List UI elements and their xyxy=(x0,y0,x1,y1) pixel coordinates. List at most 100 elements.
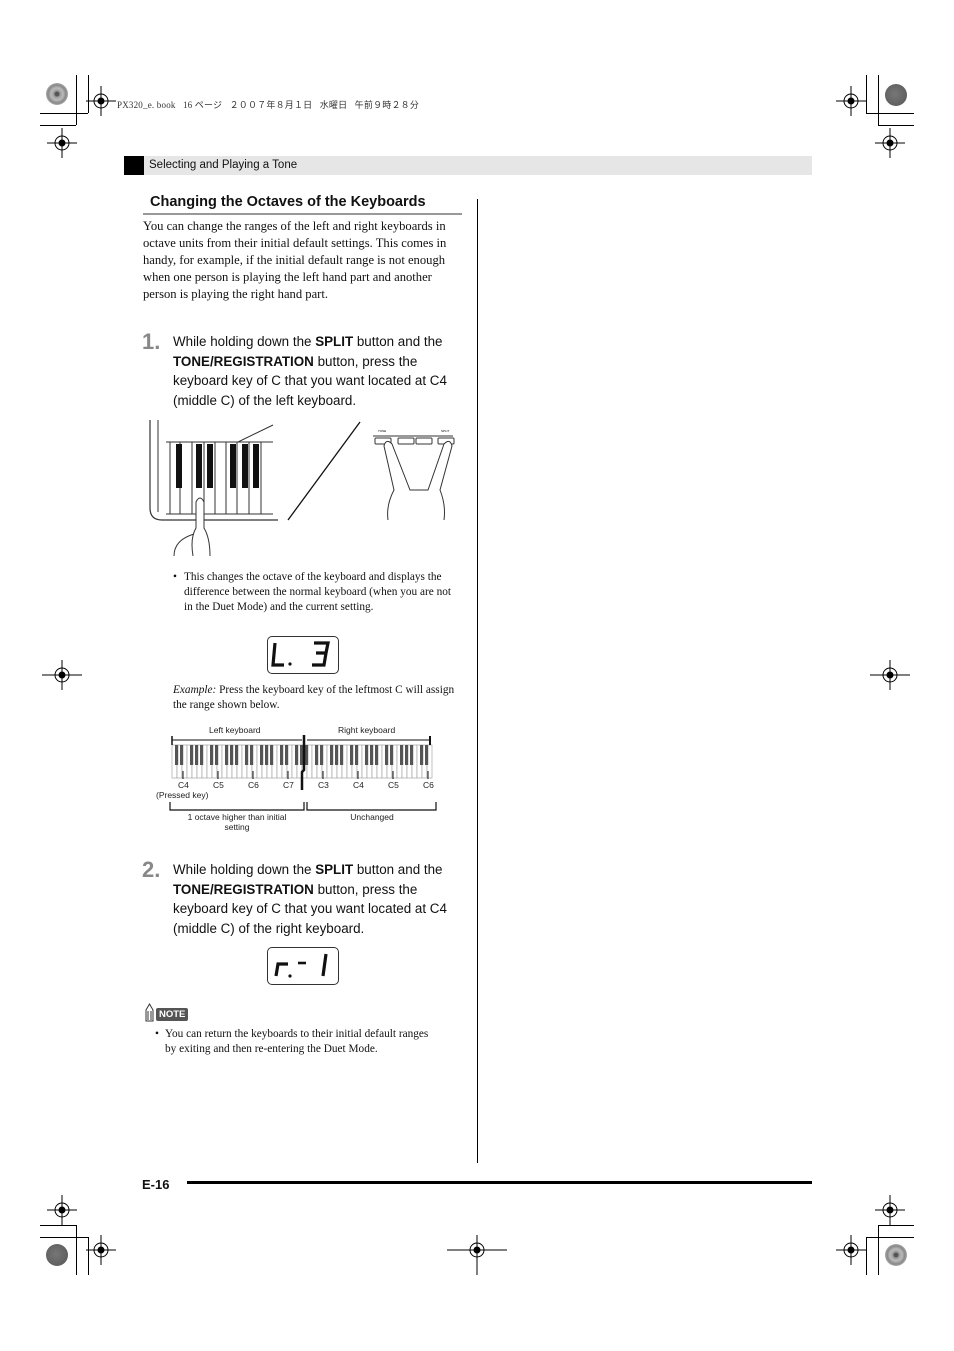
black-key xyxy=(425,745,429,765)
registration-target-icon xyxy=(836,86,866,116)
black-key xyxy=(335,745,339,765)
black-key xyxy=(400,745,404,765)
button-name-split: SPLIT xyxy=(315,334,354,349)
lcd-segments xyxy=(271,641,330,667)
black-key xyxy=(370,745,374,765)
black-key xyxy=(180,745,184,765)
step-text-part: button and the xyxy=(353,862,443,877)
black-key xyxy=(305,745,309,765)
black-key xyxy=(175,745,179,765)
left-range-caption: 1 octave higher than initial setting xyxy=(168,812,306,832)
section-title: Selecting and Playing a Tone xyxy=(149,159,298,171)
registration-target-icon xyxy=(47,1195,77,1225)
note-label: C3 xyxy=(318,780,329,790)
split-button-label: SPLIT xyxy=(441,429,450,433)
registration-disc-top-left xyxy=(46,83,68,105)
bullet-dot: • xyxy=(173,571,177,583)
note-label: C7 xyxy=(283,780,294,790)
black-key xyxy=(230,745,234,765)
heading-rule xyxy=(143,213,462,215)
registration-target-icon xyxy=(447,1235,507,1275)
crop-mark xyxy=(866,1237,867,1275)
black-key xyxy=(365,745,369,765)
registration-target-icon xyxy=(870,660,910,690)
crop-mark xyxy=(40,113,88,114)
black-key xyxy=(385,745,389,765)
black-key xyxy=(320,745,324,765)
black-key xyxy=(245,745,249,765)
intro-paragraph: You can change the ranges of the left an… xyxy=(143,219,447,301)
step-number: 2. xyxy=(142,857,161,882)
crop-mark xyxy=(878,125,914,126)
control-panel: TONE SPLIT xyxy=(373,429,455,445)
black-key xyxy=(390,745,394,765)
example-label: Example: xyxy=(173,684,217,696)
crop-mark xyxy=(878,1225,914,1226)
black-keys xyxy=(176,444,259,488)
crop-mark xyxy=(878,75,879,125)
note-label: C4 xyxy=(178,780,189,790)
column-divider xyxy=(477,199,478,1163)
step-number: 1. xyxy=(142,329,161,354)
crop-mark xyxy=(76,1225,77,1275)
note-label: C6 xyxy=(423,780,434,790)
black-key xyxy=(210,745,214,765)
registration-target-icon xyxy=(836,1235,866,1265)
black-key xyxy=(215,745,219,765)
registration-target-icon xyxy=(86,86,116,116)
black-key xyxy=(200,745,204,765)
caption-line: setting xyxy=(224,822,250,832)
registration-target-icon xyxy=(86,1235,116,1265)
black-key xyxy=(195,745,199,765)
crop-mark xyxy=(40,125,76,126)
button-name-tone-registration: TONE/REGISTRATION xyxy=(173,353,314,369)
note-bullet: • You can return the keyboards to their … xyxy=(155,1027,440,1057)
bullet-text: This changes the octave of the keyboard … xyxy=(184,571,452,613)
keyboard-press-illustration: TONE SPLIT xyxy=(149,420,455,557)
black-key xyxy=(235,745,239,765)
step-text-part: While holding down the xyxy=(173,334,316,349)
bullet-item: • This changes the octave of the keyboar… xyxy=(173,570,458,614)
crop-mark xyxy=(866,113,914,114)
black-key xyxy=(250,745,254,765)
registration-target-icon xyxy=(875,128,905,158)
left-keyboard-label: Left keyboard xyxy=(209,725,261,735)
button-name-split: SPLIT xyxy=(315,862,354,877)
black-key xyxy=(225,745,229,765)
step-text-part: button and the xyxy=(353,334,443,349)
black-key xyxy=(420,745,424,765)
button-name-tone-registration: TONE/REGISTRATION xyxy=(173,881,314,897)
page-number: E-16 xyxy=(142,1177,170,1192)
note-badge: NOTE xyxy=(156,1008,189,1021)
print-header: PX320_e. book 16 ページ ２００７年８月１日 水曜日 午前９時２… xyxy=(117,100,420,110)
section-marker xyxy=(124,156,144,175)
crop-mark xyxy=(878,1225,879,1275)
black-key xyxy=(355,745,359,765)
black-key xyxy=(265,745,269,765)
page-heading: Changing the Octaves of the Keyboards xyxy=(150,194,426,210)
lcd-display-left xyxy=(267,636,339,674)
note-text: You can return the keyboards to their in… xyxy=(165,1028,429,1055)
tone-button-label: TONE xyxy=(378,429,386,433)
note-label: C6 xyxy=(248,780,259,790)
black-key xyxy=(270,745,274,765)
caption-line: 1 octave higher than initial xyxy=(187,812,287,822)
black-key xyxy=(410,745,414,765)
step-1-text: While holding down the SPLIT button and … xyxy=(173,332,463,411)
step-2-text: While holding down the SPLIT button and … xyxy=(173,860,463,939)
crop-mark xyxy=(40,1237,88,1238)
registration-target-icon xyxy=(42,660,82,690)
lcd-segments xyxy=(274,953,328,978)
black-key xyxy=(295,745,299,765)
pressed-key-label: (Pressed key) xyxy=(156,790,209,800)
note-label: C5 xyxy=(213,780,224,790)
crop-mark xyxy=(40,1225,76,1226)
right-range-caption: Unchanged xyxy=(350,812,394,822)
bullet-dot: • xyxy=(155,1028,159,1040)
lcd-display-right xyxy=(267,947,339,985)
registration-disc-bottom-right xyxy=(885,1244,907,1266)
crop-mark xyxy=(76,75,77,125)
black-key xyxy=(280,745,284,765)
black-key xyxy=(285,745,289,765)
black-key xyxy=(405,745,409,765)
